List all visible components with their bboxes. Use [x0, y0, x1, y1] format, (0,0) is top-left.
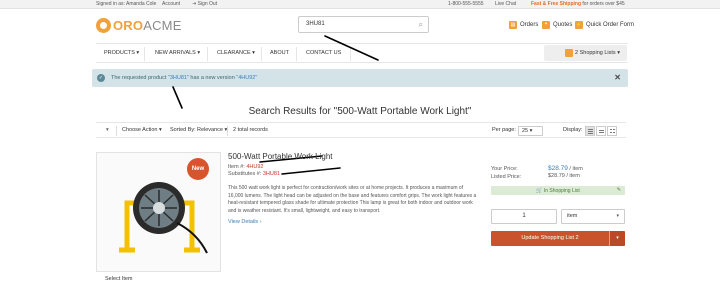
chevron-down-icon: ▾: [616, 213, 619, 219]
view-details-link[interactable]: View Details ›: [228, 219, 262, 225]
quantity-input[interactable]: 1: [491, 209, 557, 224]
your-price: Your Price: $28.79 / item: [491, 165, 583, 172]
substitutes-number: Substitutes #: 3HU81: [228, 171, 280, 177]
product-description: This 500 watt work light is perfect for …: [228, 185, 477, 214]
compact-view-icon[interactable]: [596, 126, 606, 136]
total-records: 2 total records: [233, 127, 268, 133]
results-toolbar: ▾ Choose Action ▾ Sorted By: Relevance ▾…: [96, 122, 626, 138]
list-view-icon[interactable]: [585, 126, 595, 136]
annotation-line: [172, 86, 183, 109]
search-results-title: Search Results for "500-Watt Portable Wo…: [248, 106, 472, 117]
sort-dropdown[interactable]: Relevance ▾: [197, 127, 227, 133]
cart-icon: 🛒: [536, 188, 543, 194]
checkbox-caret-icon[interactable]: ▾: [106, 127, 109, 133]
toolbar-divider: [227, 126, 228, 136]
listed-price: Listed Price: $28.79 / item: [491, 173, 580, 180]
unit-select[interactable]: item ▾: [561, 209, 625, 224]
choose-action-dropdown[interactable]: Choose Action ▾: [122, 127, 162, 133]
sorted-by-label: Sorted By:: [170, 127, 196, 133]
edit-icon[interactable]: ✎: [617, 187, 621, 193]
annotation-line: [324, 35, 379, 61]
annotation-line: [281, 167, 341, 175]
per-page-label: Per page:: [492, 127, 516, 133]
item-number: Item #: 4HU92: [228, 164, 264, 170]
new-badge: New: [187, 158, 209, 180]
display-label: Display:: [563, 127, 583, 133]
grid-view-icon[interactable]: [607, 126, 617, 136]
update-shopping-list-button[interactable]: Update Shopping List 2: [491, 231, 609, 246]
update-dropdown-caret[interactable]: ▾: [609, 231, 625, 246]
in-shopping-list-badge[interactable]: 🛒 In Shopping List ✎: [491, 186, 625, 195]
toolbar-divider: [116, 126, 117, 136]
per-page-select[interactable]: 25 ▾: [518, 126, 543, 136]
select-item-checkbox[interactable]: Select Item: [105, 276, 133, 282]
product-title[interactable]: 500-Watt Portable Work Light: [228, 152, 333, 161]
